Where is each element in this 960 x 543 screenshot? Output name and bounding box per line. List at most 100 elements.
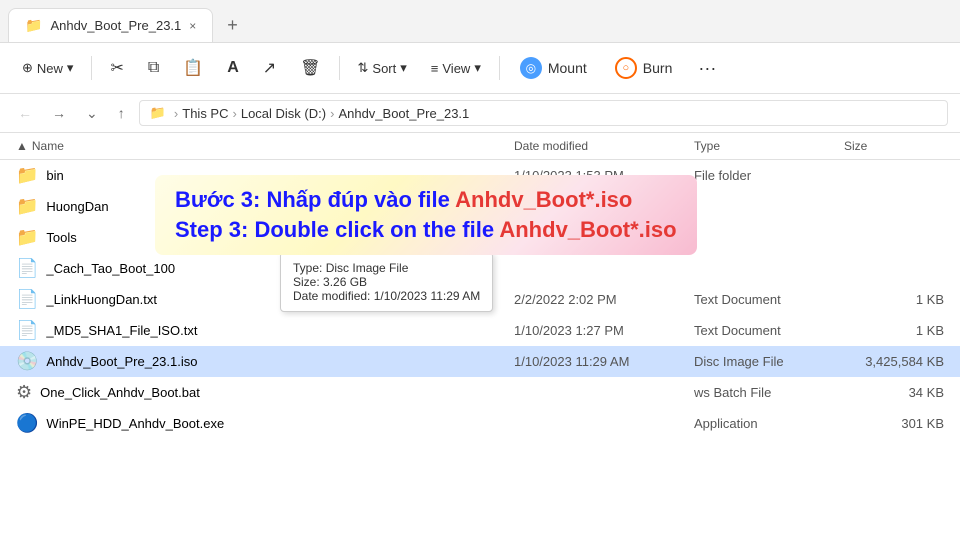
file-name-label: One_Click_Anhdv_Boot.bat	[40, 385, 200, 400]
sort-icon: ⇅	[358, 60, 369, 76]
name-header-sort-icon: ▲	[16, 139, 28, 153]
delete-button[interactable]: 🗑	[290, 52, 330, 84]
new-tab-button[interactable]: +	[217, 9, 248, 42]
file-type-cell: Disc Image File	[694, 354, 844, 369]
file-name-label: Tools	[46, 230, 76, 245]
file-date-cell: 1/10/2023 11:29 AM	[514, 354, 694, 369]
separator-2	[339, 56, 340, 80]
burn-label: Burn	[643, 60, 673, 76]
new-icon: ⊕	[22, 60, 33, 76]
burn-icon: ○	[615, 57, 637, 79]
table-row[interactable]: 📄 _MD5_SHA1_File_ISO.txt 1/10/2023 1:27 …	[0, 315, 960, 346]
file-name-cell: 📄 _MD5_SHA1_File_ISO.txt	[16, 320, 514, 341]
mount-icon: ◎	[520, 57, 542, 79]
active-tab[interactable]: 📁 Anhdv_Boot_Pre_23.1 ×	[8, 8, 213, 42]
copy-icon: ⧉	[148, 59, 159, 77]
address-bar: ← → ⌄ ↑ 📁 › This PC › Local Disk (D:) › …	[0, 94, 960, 133]
file-date-cell: 1/10/2023 1:27 PM	[514, 323, 694, 338]
tooltip-type-label: Type:	[293, 261, 322, 275]
tooltip-size-label: Size:	[293, 275, 320, 289]
recent-button[interactable]: ⌄	[80, 101, 104, 126]
file-type-cell: Application	[694, 416, 844, 431]
file-icon: 📄	[16, 289, 38, 310]
paste-button[interactable]: 📋	[173, 52, 213, 84]
paste-icon: 📋	[183, 58, 203, 78]
file-name-cell: ⚙ One_Click_Anhdv_Boot.bat	[16, 382, 514, 403]
breadcrumb-folder[interactable]: Anhdv_Boot_Pre_23.1	[338, 106, 469, 121]
breadcrumb[interactable]: 📁 › This PC › Local Disk (D:) › Anhdv_Bo…	[139, 100, 948, 126]
file-name-cell: 💿 Anhdv_Boot_Pre_23.1.iso	[16, 351, 514, 372]
mount-label: Mount	[548, 60, 587, 76]
tooltip-size-value: 3.26 GB	[323, 275, 367, 289]
type-header-label: Type	[694, 139, 720, 153]
rename-button[interactable]: A	[217, 53, 249, 83]
rename-icon: A	[227, 59, 239, 77]
tooltip-type-row: Type: Disc Image File	[293, 261, 480, 275]
more-button[interactable]: ···	[688, 52, 726, 85]
tab-close-button[interactable]: ×	[189, 19, 196, 33]
file-tooltip: Type: Disc Image File Size: 3.26 GB Date…	[280, 252, 493, 312]
up-button[interactable]: ↑	[112, 101, 131, 125]
table-row[interactable]: 🔵 WinPE_HDD_Anhdv_Boot.exe Application 3…	[0, 408, 960, 439]
instruction-line1-prefix: Bước 3: Nhấp đúp vào file	[175, 187, 455, 212]
breadcrumb-this-pc[interactable]: This PC	[182, 106, 228, 121]
view-label: View	[442, 61, 470, 76]
file-icon: 📄	[16, 258, 38, 279]
table-row[interactable]: 💿 Anhdv_Boot_Pre_23.1.iso 1/10/2023 11:2…	[0, 346, 960, 377]
file-icon: 📄	[16, 320, 38, 341]
new-label: New	[37, 61, 63, 76]
new-chevron: ▾	[67, 60, 74, 76]
file-name-label: Anhdv_Boot_Pre_23.1.iso	[46, 354, 197, 369]
file-name-label: bin	[46, 168, 63, 183]
view-button[interactable]: ≡ View ▾	[421, 54, 491, 82]
file-icon: 🔵	[16, 413, 38, 434]
breadcrumb-local-disk[interactable]: Local Disk (D:)	[241, 106, 326, 121]
type-column-header: Type	[694, 139, 844, 153]
share-button[interactable]: ↗	[253, 52, 286, 84]
file-size-cell: 1 KB	[844, 292, 944, 307]
file-size-cell: 301 KB	[844, 416, 944, 431]
file-name-cell: 🔵 WinPE_HDD_Anhdv_Boot.exe	[16, 413, 514, 434]
file-icon: 📁	[16, 196, 38, 217]
file-date-cell: 2/2/2022 2:02 PM	[514, 292, 694, 307]
tab-folder-icon: 📁	[25, 17, 42, 34]
date-header-label: Date modified	[514, 139, 588, 153]
mount-button[interactable]: ◎ Mount	[508, 51, 599, 85]
breadcrumb-folder-icon: 📁	[150, 105, 166, 121]
file-type-cell: ws Batch File	[694, 385, 844, 400]
instruction-line2-prefix: Step 3: Double click on the file	[175, 217, 499, 242]
tooltip-type-value: Disc Image File	[326, 261, 409, 275]
forward-button[interactable]: →	[46, 101, 72, 125]
tooltip-size-row: Size: 3.26 GB	[293, 275, 480, 289]
tab-title: Anhdv_Boot_Pre_23.1	[50, 18, 181, 33]
file-type-cell: Text Document	[694, 323, 844, 338]
file-list-header: ▲ Name Date modified Type Size	[0, 133, 960, 160]
delete-icon: 🗑	[300, 58, 320, 78]
burn-button[interactable]: ○ Burn	[603, 51, 685, 85]
copy-button[interactable]: ⧉	[138, 53, 169, 83]
separator-1	[91, 56, 92, 80]
instruction-line2: Step 3: Double click on the file Anhdv_B…	[175, 217, 677, 243]
size-header-label: Size	[844, 139, 867, 153]
separator-3	[499, 56, 500, 80]
file-size-cell: 1 KB	[844, 323, 944, 338]
file-name-label: _Cach_Tao_Boot_100	[46, 261, 175, 276]
file-name-label: WinPE_HDD_Anhdv_Boot.exe	[46, 416, 224, 431]
sort-label: Sort	[372, 61, 396, 76]
cut-icon: ✂	[110, 58, 123, 78]
file-type-cell: Text Document	[694, 292, 844, 307]
back-button[interactable]: ←	[12, 101, 38, 125]
sort-button[interactable]: ⇅ Sort ▾	[348, 54, 417, 82]
tooltip-date-row: Date modified: 1/10/2023 11:29 AM	[293, 289, 480, 303]
file-type-cell: File folder	[694, 168, 844, 183]
table-row[interactable]: ⚙ One_Click_Anhdv_Boot.bat ws Batch File…	[0, 377, 960, 408]
instruction-line2-highlight: Anhdv_Boot*.iso	[499, 217, 676, 242]
cut-button[interactable]: ✂	[100, 52, 133, 84]
file-icon: 📁	[16, 165, 38, 186]
share-icon: ↗	[263, 58, 276, 78]
sort-chevron: ▾	[400, 60, 407, 76]
size-column-header: Size	[844, 139, 944, 153]
view-chevron: ▾	[474, 60, 481, 76]
file-icon: 💿	[16, 351, 38, 372]
new-button[interactable]: ⊕ New ▾	[12, 54, 83, 82]
